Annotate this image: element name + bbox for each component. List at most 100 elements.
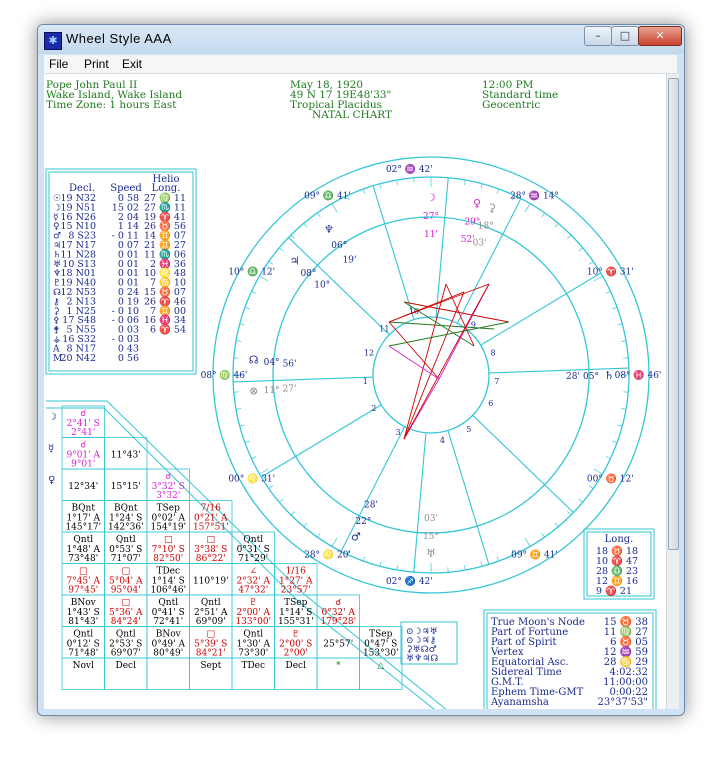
grid-cell-aspect: ∠ [249, 567, 257, 577]
cusp-label: 08° ♍ 46' [201, 369, 248, 381]
grid-cell-angle: 47°32' [238, 586, 268, 596]
degree-tick [593, 468, 603, 475]
grid-cell-aspect: □ [121, 598, 130, 608]
degree-tick [331, 537, 338, 547]
grid-cell-aspect: Qntl [116, 535, 136, 545]
grid-cell-aspect: TSep [284, 598, 307, 608]
grid-cell-angle: 69°09' [196, 617, 226, 627]
degree-tick [617, 424, 623, 427]
planet-minute: 03' [473, 239, 487, 249]
table-row-decl: 20 N42 [60, 353, 96, 364]
cusp-line [233, 376, 374, 383]
grid-cell-aspect: □ [206, 630, 215, 640]
cusp-label: 10° ♎ 12' [228, 266, 275, 278]
planet-glyph: ⚳ [488, 202, 496, 215]
planet-degree: 11° [264, 386, 280, 396]
degree-tick [524, 537, 531, 547]
planet-glyph: ☊ [249, 353, 259, 366]
grid-cell-angle: 2°41' [71, 428, 95, 438]
cusp-label: 02° ♒ 42' [386, 163, 433, 175]
degree-tick [567, 234, 572, 239]
grid-cell-orb: 12°34' [68, 482, 98, 492]
info-row-value: 23°37'53" [597, 697, 648, 708]
grid-cell-aspect: Qntl [243, 535, 263, 545]
planet-degree: 05° [583, 372, 599, 382]
degree-tick [379, 183, 382, 189]
planet-minute: 10° [314, 281, 330, 291]
title-bar[interactable]: ✱ Wheel Style AAA – □ ✕ [38, 25, 684, 54]
house-number: 11 [379, 324, 389, 333]
planet-glyph: ♂ [351, 530, 361, 543]
degree-tick [379, 561, 382, 567]
scrollbar-thumb[interactable] [668, 78, 679, 550]
degree-tick [362, 188, 366, 194]
grid-cell-angle: 23°57' [281, 586, 311, 596]
grid-cell-orb: 110°19' [193, 577, 229, 587]
grid-cell-orb: 25°57' [323, 640, 353, 650]
minimize-button[interactable]: – [584, 26, 612, 46]
degree-tick [317, 532, 321, 538]
grid-cell-aspect: TDec [156, 567, 180, 577]
grid-cell-orb: 15°15' [111, 482, 141, 492]
grid-cell-aspect: Novl [73, 661, 94, 671]
grid-cell-angle: 86°22' [196, 554, 226, 564]
planet-minute: 11' [424, 230, 438, 240]
house-number: 12 [364, 348, 374, 357]
degree-tick [290, 511, 295, 516]
degree-tick [317, 212, 321, 218]
glyph-row: ♅♆♃☊ [406, 654, 438, 664]
grid-cell-aspect: BNov [156, 630, 182, 640]
grid-cell-aspect: Decl [116, 661, 137, 671]
menu-bar: File Print Exit [44, 55, 677, 74]
grid-cell-aspect: ☌ [80, 441, 86, 451]
grid-cell-angle: 2°00' [284, 649, 308, 659]
grid-cell-aspect: □ [121, 567, 130, 577]
planet-minute: 19' [343, 256, 357, 266]
grid-cell-aspect: BQnt [114, 504, 138, 514]
vertical-scrollbar[interactable] [666, 74, 679, 709]
grid-row-glyph: ☿ [48, 444, 54, 455]
degree-tick [588, 485, 594, 489]
menu-file[interactable]: File [49, 57, 68, 71]
cusp-line [435, 177, 449, 318]
planet-degree: 27° [423, 212, 439, 222]
degree-tick [279, 498, 284, 503]
grid-cell-angle: 71°07' [111, 554, 141, 564]
menu-print[interactable]: Print [84, 57, 109, 71]
house-number: 1 [363, 377, 368, 386]
planet-table: Decl. SpeedHelioLong.☉ 19 N32 0 58 27 ♍ 11☽ 1… [45, 168, 197, 375]
grid-cell-aspect: * [336, 661, 341, 671]
degree-tick [605, 291, 611, 294]
close-button[interactable]: ✕ [638, 26, 682, 46]
degree-tick [268, 261, 274, 265]
maximize-button[interactable]: □ [611, 26, 639, 46]
degree-tick [251, 291, 257, 294]
grid-cell-aspect: BNov [71, 598, 97, 608]
planet-degree: 22° [355, 517, 371, 527]
chart-svg: Decl. SpeedHelioLong.☉ 19 N32 0 58 27 ♍ 11☽ 1… [45, 156, 662, 709]
grid-cell-angle: 84°24' [111, 617, 141, 627]
grid-cell-aspect: TSep [157, 504, 180, 514]
grid-cell-aspect: 1/16 [286, 567, 306, 577]
menu-exit[interactable]: Exit [122, 57, 142, 71]
planet-glyph: ♆ [324, 223, 334, 236]
degree-tick [464, 565, 466, 571]
house-number: 2 [371, 404, 376, 413]
grid-cell-angle: 73°30' [238, 649, 268, 659]
grid-cell-aspect: Qntl [73, 630, 93, 640]
degree-tick [244, 440, 250, 444]
grid-cell-angle: 133°00' [235, 617, 271, 627]
cusp-label: 10° ♈ 31' [587, 266, 634, 278]
planet-glyph: ♀ [473, 197, 481, 210]
cusp-label: 09° ♎ 41' [304, 190, 351, 202]
cusp-label: 02° ♐ 42' [386, 575, 433, 587]
degree-tick [480, 561, 483, 567]
planet-degree: 18° [478, 222, 494, 232]
grid-cell-angle: 95°04' [111, 586, 141, 596]
cusp-label: 08° ♓ 46' [615, 369, 662, 381]
cusp-label: 00° ♌ 31' [228, 473, 275, 485]
grid-cell-aspect: □ [206, 535, 215, 545]
house-number: 3 [395, 428, 400, 437]
degree-tick [621, 340, 627, 342]
degree-tick [578, 498, 583, 503]
